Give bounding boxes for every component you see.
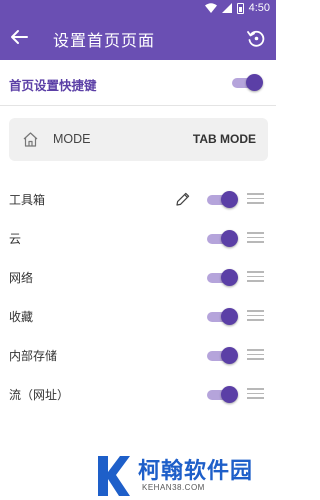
toggle-knob bbox=[221, 230, 238, 247]
item-label: 工具箱 bbox=[9, 193, 46, 207]
back-arrow-icon[interactable] bbox=[8, 26, 30, 48]
drag-handle-icon[interactable] bbox=[247, 193, 264, 206]
quick-setting-label: 首页设置快捷键 bbox=[9, 78, 97, 93]
list-item-cloud: 云 bbox=[0, 219, 276, 258]
item-label: 收藏 bbox=[9, 310, 34, 324]
app-bar: 设置首页页面 bbox=[0, 16, 276, 60]
mode-card[interactable]: MODE TAB MODE bbox=[9, 118, 268, 161]
mode-value[interactable]: TAB MODE bbox=[193, 132, 256, 146]
pencil-icon[interactable] bbox=[175, 191, 191, 207]
mode-label: MODE bbox=[53, 132, 91, 146]
drag-handle-icon[interactable] bbox=[247, 271, 264, 284]
wifi-icon bbox=[204, 3, 217, 13]
battery-icon bbox=[236, 2, 244, 14]
toggle-knob bbox=[221, 308, 238, 325]
toggle-knob bbox=[246, 74, 263, 91]
brand-logo-icon bbox=[98, 456, 130, 496]
status-time: 4:50 bbox=[248, 2, 270, 14]
item-label: 流（网址） bbox=[9, 388, 70, 402]
toggle-knob bbox=[221, 386, 238, 403]
list-item-stream: 流（网址） bbox=[0, 375, 276, 414]
toggle-knob bbox=[221, 347, 238, 364]
status-icons: 4:50 bbox=[204, 1, 270, 15]
item-toggle[interactable] bbox=[207, 347, 238, 364]
restore-icon[interactable] bbox=[246, 28, 266, 48]
list-item-internal-storage: 内部存储 bbox=[0, 336, 276, 375]
status-bar: 4:50 bbox=[0, 0, 276, 16]
watermark-url: KEHAN38.COM bbox=[142, 483, 205, 492]
item-label: 内部存储 bbox=[9, 349, 58, 363]
drag-handle-icon[interactable] bbox=[247, 310, 264, 323]
item-toggle[interactable] bbox=[207, 269, 238, 286]
page-title: 设置首页页面 bbox=[53, 31, 156, 50]
toggle-knob bbox=[221, 269, 238, 286]
home-icon bbox=[23, 132, 38, 147]
item-toggle[interactable] bbox=[207, 230, 238, 247]
list-item-toolbox: 工具箱 bbox=[0, 180, 276, 219]
list-item-favorites: 收藏 bbox=[0, 297, 276, 336]
list-item-network: 网络 bbox=[0, 258, 276, 297]
toggle-knob bbox=[221, 191, 238, 208]
drag-handle-icon[interactable] bbox=[247, 388, 264, 401]
quick-setting-toggle[interactable] bbox=[232, 74, 263, 91]
drag-handle-icon[interactable] bbox=[247, 232, 264, 245]
quick-setting-row: 首页设置快捷键 bbox=[0, 60, 276, 106]
item-label: 云 bbox=[9, 232, 22, 246]
watermark-text: 柯翰软件园 bbox=[138, 459, 254, 484]
item-label: 网络 bbox=[9, 271, 34, 285]
signal-icon bbox=[221, 3, 232, 13]
item-toggle[interactable] bbox=[207, 191, 238, 208]
item-toggle[interactable] bbox=[207, 308, 238, 325]
drag-handle-icon[interactable] bbox=[247, 349, 264, 362]
item-toggle[interactable] bbox=[207, 386, 238, 403]
watermark: 柯翰软件园 KEHAN38.COM bbox=[76, 451, 276, 500]
